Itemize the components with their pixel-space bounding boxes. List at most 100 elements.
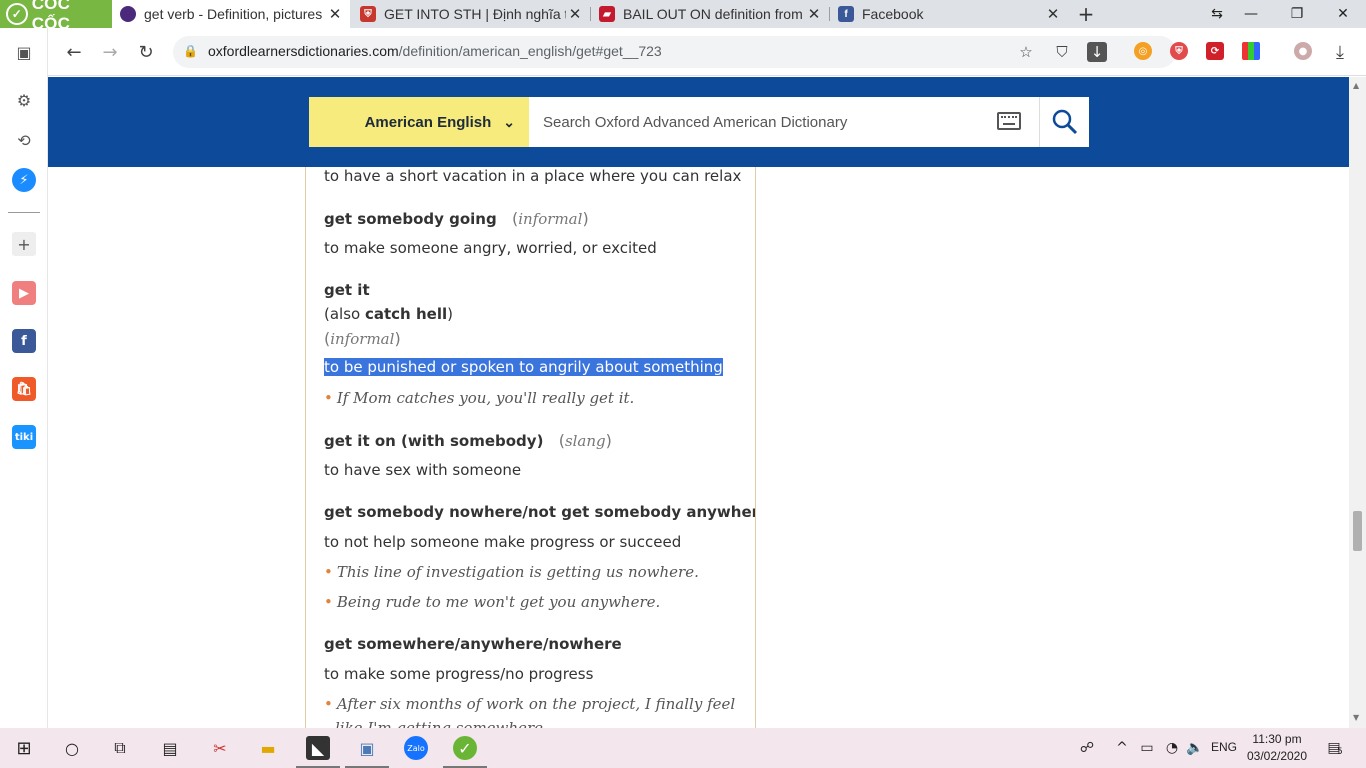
example-sentence: • If Mom catches you, you'll really get i… — [324, 389, 635, 407]
tab-bail-out-on[interactable]: ▰ BAIL OUT ON definition from ✕ — [591, 0, 829, 28]
sidebar-toggle-icon[interactable]: ▣ — [12, 40, 36, 64]
app-sidebar: ▣ ⚙ ⟲ ⚡ + ▶ f 🛍 tiki — [0, 28, 48, 728]
definition-text: to make someone angry, worried, or excit… — [324, 239, 657, 257]
usage-label: informal — [330, 330, 395, 348]
scroll-up-icon[interactable]: ▲ — [1353, 81, 1359, 90]
forward-button[interactable]: → — [98, 40, 122, 64]
wifi-icon[interactable]: ◔ — [1160, 736, 1184, 760]
clock-date: 03/02/2020 — [1246, 749, 1308, 763]
shield-icon[interactable]: ⛉ — [1052, 42, 1072, 62]
browser-toolbar: ← → ↻ 🔒 oxfordlearnersdictionaries.com/d… — [48, 28, 1366, 76]
new-tab-button[interactable]: + — [1075, 0, 1097, 28]
search-box — [529, 97, 1039, 147]
extension-red-icon[interactable]: ⟳ — [1206, 42, 1224, 60]
scroll-thumb[interactable] — [1353, 511, 1362, 551]
volume-icon[interactable]: 🔈 — [1183, 736, 1207, 760]
tray-chevron-icon[interactable]: ^ — [1110, 736, 1134, 760]
clock[interactable]: 11:30 pm 03/02/2020 — [1240, 731, 1314, 765]
download-icon[interactable]: ↓ — [1087, 42, 1107, 62]
coccoc-menu-button[interactable]: ✓ CỐC CỐC — [0, 0, 112, 33]
idiom-headword: get somebody going (informal) — [324, 209, 589, 228]
example-sentence: • After six months of work on the project… — [324, 695, 736, 713]
downloads-button[interactable]: ⤓ — [1328, 40, 1352, 64]
minimize-button[interactable]: — — [1228, 0, 1274, 28]
definition-text: to have sex with someone — [324, 461, 522, 479]
example-sentence: • This line of investigation is getting u… — [324, 563, 699, 581]
restore-button[interactable]: ❐ — [1274, 0, 1320, 28]
snipping-tool-icon[interactable]: ✂ — [208, 736, 232, 760]
windows-start-icon[interactable]: ⊞ — [12, 736, 36, 760]
scroll-down-icon[interactable]: ▼ — [1353, 713, 1359, 722]
extension-adblock-icon[interactable]: ⛨ — [1170, 42, 1188, 60]
notification-count: 5 — [1337, 747, 1343, 757]
page-scrollbar[interactable]: ▲ ▼ — [1349, 77, 1366, 728]
sidebar-divider — [8, 212, 40, 213]
tab-get-verb[interactable]: get verb - Definition, pictures ✕ — [112, 0, 350, 28]
search-icon — [1052, 109, 1077, 135]
site-header: American English ⌄ — [48, 77, 1349, 167]
usage-label-line: (informal) — [324, 329, 401, 348]
definition-line: to be punished or spoken to angrily abou… — [324, 357, 723, 376]
zalo-icon[interactable]: Zalo — [404, 736, 428, 760]
profile-avatar[interactable]: ● — [1294, 42, 1312, 60]
notifications-icon[interactable]: ▤ 5 — [1322, 736, 1346, 760]
back-button[interactable]: ← — [62, 40, 86, 64]
close-icon[interactable]: ✕ — [566, 5, 584, 23]
search-circle-icon[interactable]: ○ — [60, 736, 84, 760]
search-button[interactable] — [1039, 97, 1089, 147]
history-icon[interactable]: ⟲ — [12, 128, 36, 152]
tab-get-into-sth[interactable]: ⛨ GET INTO STH | Định nghĩa tr ✕ — [352, 0, 590, 28]
youtube-icon[interactable]: ▶ — [12, 281, 36, 305]
shopee-icon[interactable]: 🛍 — [12, 377, 36, 401]
input-language[interactable]: ENG — [1211, 740, 1237, 754]
also-variant: (also catch hell) — [324, 305, 453, 323]
idiom-title: get it on (with somebody) — [324, 432, 544, 450]
example-sentence-continued: like I'm getting somewhere. — [335, 719, 548, 728]
tab-title: Facebook — [862, 6, 924, 22]
tab-facebook[interactable]: f Facebook ✕ — [830, 0, 1068, 28]
battery-icon[interactable]: ▭ — [1135, 736, 1159, 760]
idiom-title: get somebody nowhere/not get somebody an… — [324, 503, 756, 521]
language-label: American English — [364, 113, 492, 131]
bookmark-star-icon[interactable]: ☆ — [1016, 42, 1036, 62]
messenger-icon[interactable]: ⚡ — [12, 168, 36, 192]
sticky-notes-icon[interactable]: ◣ — [296, 736, 340, 768]
add-app-icon[interactable]: + — [12, 232, 36, 256]
selected-definition-text[interactable]: to be punished or spoken to angrily abou… — [324, 358, 723, 376]
address-bar[interactable]: 🔒 oxfordlearnersdictionaries.com/definit… — [173, 36, 1176, 68]
facebook-favicon-icon: f — [838, 6, 854, 22]
definition-text: to not help someone make progress or suc… — [324, 533, 682, 551]
url-text[interactable]: oxfordlearnersdictionaries.com/definitio… — [208, 43, 662, 59]
example-sentence: • Being rude to me won't get you anywhere… — [324, 593, 661, 611]
extension-color-icon[interactable] — [1242, 42, 1260, 60]
people-icon[interactable]: ☍ — [1075, 736, 1099, 760]
app-icon[interactable]: ▣ — [345, 736, 389, 768]
close-icon[interactable]: ✕ — [1044, 5, 1062, 23]
usage-label: informal — [518, 210, 583, 228]
coccoc-taskbar-icon[interactable]: ✓ — [443, 736, 487, 768]
tab-strip: ✓ CỐC CỐC get verb - Definition, picture… — [0, 0, 1366, 33]
keyboard-icon[interactable] — [997, 112, 1021, 130]
close-icon[interactable]: ✕ — [805, 5, 823, 23]
facebook-icon[interactable]: f — [12, 329, 36, 353]
presentation-app-icon[interactable]: ▤ — [158, 736, 182, 760]
idiom-title: get somewhere/anywhere/nowhere — [324, 635, 622, 653]
idiom-title: get somebody going — [324, 210, 497, 228]
windows-taskbar: ⊞ ○ ⧉ ▤ ✂ ▬ ◣ ▣ Zalo ✓ ☍ ^ ▭ ◔ 🔈 ENG 11:… — [0, 728, 1366, 768]
close-icon[interactable]: ✕ — [326, 5, 344, 23]
settings-gear-icon[interactable]: ⚙ — [12, 88, 36, 112]
extension-coccoc-icon[interactable]: ◎ — [1134, 42, 1152, 60]
tiki-icon[interactable]: tiki — [12, 425, 36, 449]
oxford-favicon-icon — [120, 6, 136, 22]
search-input[interactable] — [529, 97, 989, 147]
window-close-button[interactable]: ✕ — [1320, 0, 1366, 28]
tab-title: BAIL OUT ON definition from — [623, 6, 803, 22]
cambridge-favicon-icon: ⛨ — [360, 6, 376, 22]
file-explorer-icon[interactable]: ▬ — [256, 736, 280, 760]
coccoc-logo-icon: ✓ — [6, 3, 28, 25]
tab-title: GET INTO STH | Định nghĩa tr — [384, 6, 566, 22]
reload-button[interactable]: ↻ — [134, 40, 158, 64]
task-view-icon[interactable]: ⧉ — [108, 736, 132, 760]
lock-icon[interactable]: 🔒 — [183, 44, 198, 58]
language-dropdown[interactable]: American English ⌄ — [309, 97, 529, 147]
